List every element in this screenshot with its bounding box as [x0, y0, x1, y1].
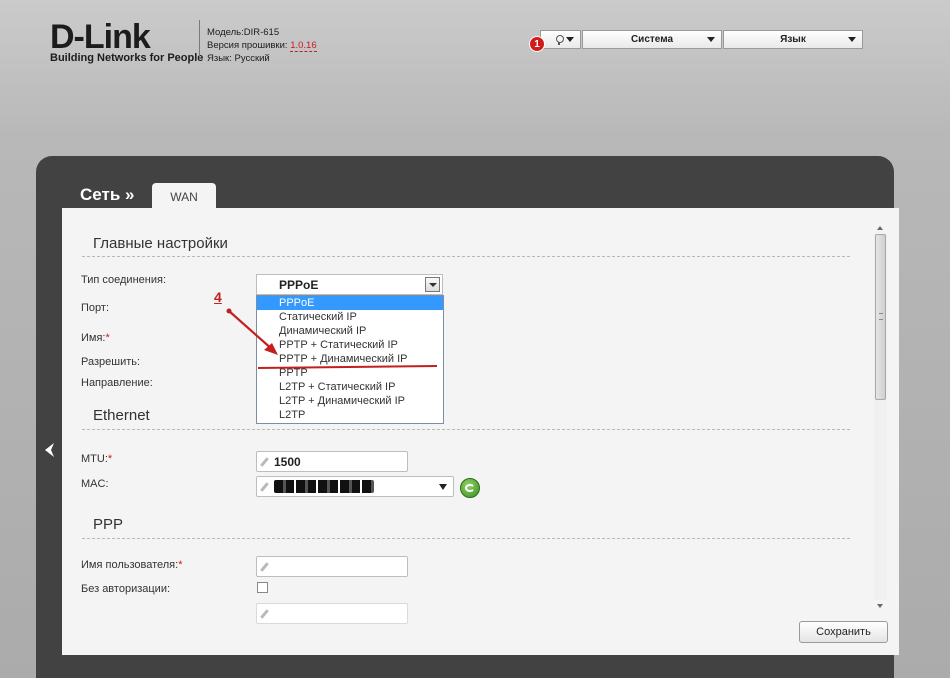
chevron-down-icon	[707, 37, 715, 42]
firmware-label: Версия прошивки:	[207, 40, 288, 51]
dropdown-option-l2tp[interactable]: L2TP	[257, 408, 443, 422]
pencil-icon	[260, 457, 269, 467]
port-label: Порт:	[81, 302, 109, 314]
section-title-main-settings: Главные настройки	[93, 235, 228, 252]
section-divider	[82, 256, 850, 257]
mac-value-redacted	[274, 480, 374, 493]
firmware-version-link[interactable]: 1.0.16	[290, 40, 317, 52]
mtu-input[interactable]: 1500	[256, 451, 408, 472]
chevron-down-icon	[566, 37, 574, 42]
dropdown-option-static-ip[interactable]: Статический IP	[257, 310, 443, 324]
system-menu-button[interactable]: Система	[582, 30, 722, 49]
section-divider	[82, 429, 850, 430]
refresh-mac-button[interactable]	[460, 478, 480, 498]
pencil-icon	[260, 562, 269, 572]
pencil-icon	[260, 609, 269, 619]
top-menu-bar: Система Язык	[540, 30, 864, 49]
model-value: DIR-615	[243, 27, 280, 38]
dropdown-arrow-icon[interactable]	[425, 277, 440, 292]
dropdown-option-pppoe[interactable]: PPPoE	[257, 296, 443, 310]
scroll-up-icon[interactable]	[874, 222, 887, 234]
notification-badge: 1	[529, 36, 545, 52]
connection-type-label: Тип соединения:	[81, 274, 166, 286]
breadcrumb[interactable]: Сеть »	[80, 185, 134, 205]
save-button[interactable]: Сохранить	[799, 621, 888, 643]
chevron-down-icon	[848, 37, 856, 42]
dropdown-option-dynamic-ip[interactable]: Динамический IP	[257, 324, 443, 338]
section-title-ppp: PPP	[93, 516, 124, 533]
dropdown-option-pptp[interactable]: PPTP	[257, 366, 443, 380]
required-marker: *	[178, 559, 183, 571]
language-menu-button[interactable]: Язык	[723, 30, 863, 49]
settings-content: Главные настройки Тип соединения: PPPoE …	[62, 208, 899, 655]
notifications-button[interactable]	[540, 30, 581, 49]
refresh-icon	[465, 484, 475, 492]
mtu-value: 1500	[274, 455, 301, 469]
system-menu-label: Система	[630, 34, 674, 45]
scrollbar-thumb[interactable]	[875, 234, 886, 400]
back-arrow-icon[interactable]	[43, 442, 55, 458]
required-marker: *	[105, 332, 110, 344]
dropdown-option-pptp-dynamic[interactable]: PPTP + Динамический IP	[257, 352, 443, 366]
language-label: Язык:	[207, 53, 232, 64]
allow-label: Разрешить:	[81, 356, 141, 368]
password-input-partial[interactable]	[256, 603, 408, 624]
annotation-step-number: 4	[214, 289, 222, 305]
language-menu-label: Язык	[780, 34, 806, 45]
dropdown-option-pptp-static[interactable]: PPTP + Статический IP	[257, 338, 443, 352]
username-label: Имя пользователя:*	[81, 559, 183, 571]
pencil-icon	[260, 482, 269, 492]
language-value: Русский	[234, 53, 270, 64]
mac-label: MAC:	[81, 478, 109, 490]
section-divider	[82, 538, 850, 539]
mac-select[interactable]	[256, 476, 454, 497]
model-label: Модель:	[207, 27, 244, 38]
content-scrollbar[interactable]	[874, 222, 887, 612]
connection-type-dropdown: PPPoE Статический IP Динамический IP PPT…	[256, 295, 444, 424]
device-info: Модель:DIR-615 Версия прошивки: 1.0.16 Я…	[207, 26, 317, 65]
lightbulb-icon	[555, 34, 564, 45]
scrollbar-track[interactable]	[874, 234, 887, 600]
chevron-down-icon	[439, 484, 447, 490]
section-title-ethernet: Ethernet	[93, 407, 150, 424]
mtu-label: MTU:*	[81, 453, 113, 465]
no-auth-label: Без авторизации:	[81, 583, 171, 595]
logo-brand: D-Link	[50, 18, 151, 56]
logo-tagline: Building Networks for People	[50, 52, 204, 64]
scroll-down-icon[interactable]	[874, 600, 887, 612]
dropdown-option-l2tp-static[interactable]: L2TP + Статический IP	[257, 380, 443, 394]
dlink-logo: D-Link Building Networks for People	[50, 20, 203, 64]
connection-type-select[interactable]: PPPoE	[256, 274, 443, 295]
header-separator	[199, 20, 200, 60]
direction-label: Направление:	[81, 377, 153, 389]
username-input[interactable]	[256, 556, 408, 577]
required-marker: *	[107, 453, 113, 465]
name-label: Имя:*	[81, 332, 110, 344]
tab-wan[interactable]: WAN	[152, 183, 216, 210]
dropdown-option-l2tp-dynamic[interactable]: L2TP + Динамический IP	[257, 394, 443, 408]
connection-type-value: PPPoE	[279, 278, 319, 292]
no-auth-checkbox[interactable]	[257, 582, 268, 593]
